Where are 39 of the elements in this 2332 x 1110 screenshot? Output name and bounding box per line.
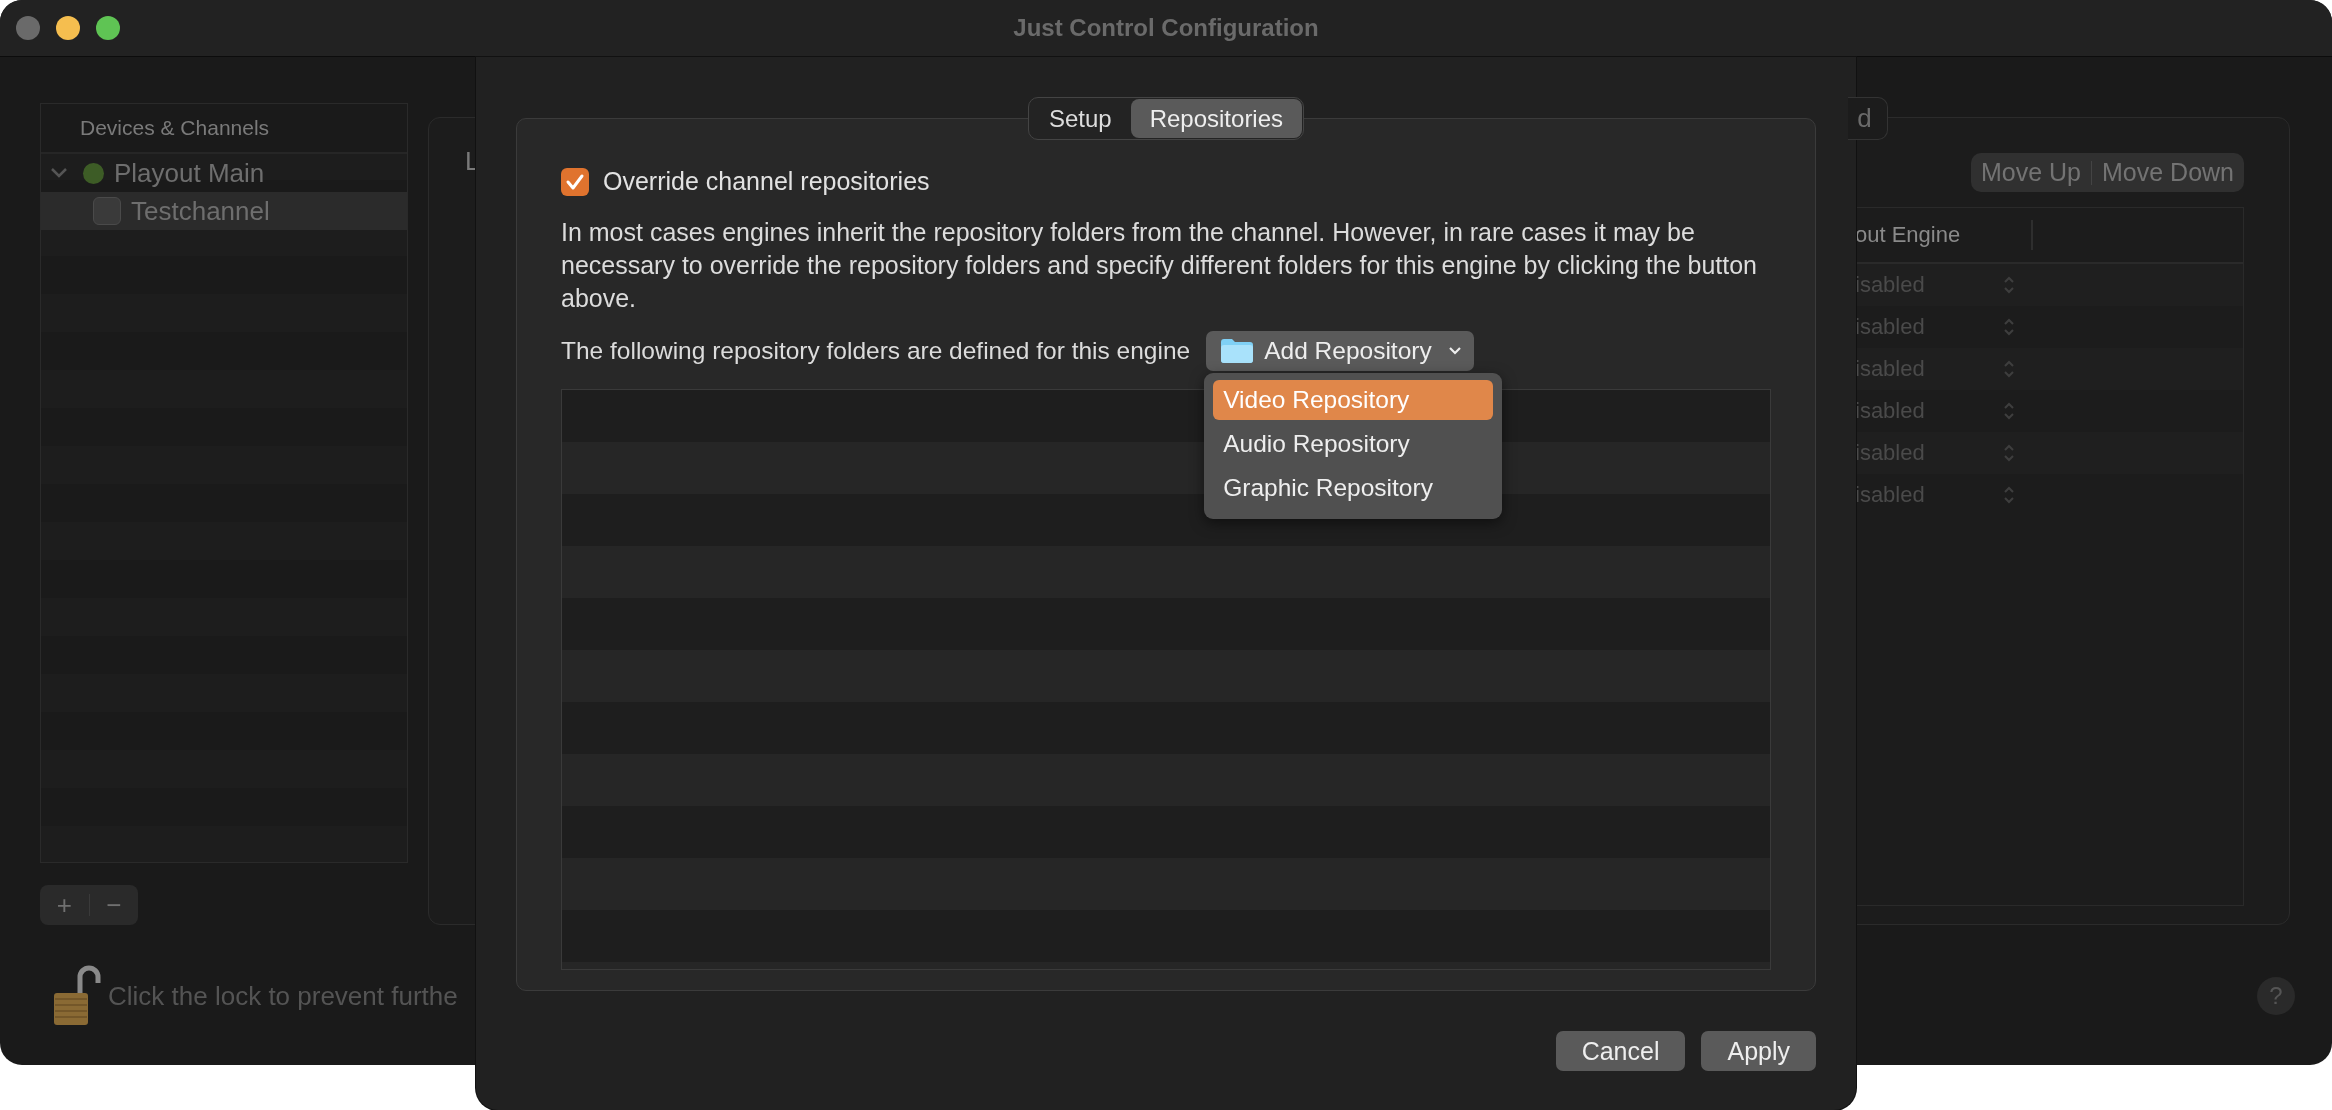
stepper-icon [2003,318,2015,336]
checkbox-label: Override channel repositories [603,167,930,196]
menu-item[interactable]: Video Repository [1213,380,1494,420]
column-header: Devices & Channels [80,116,270,140]
move-down-button[interactable]: Move Down [2092,153,2244,192]
add-repository-button[interactable]: Add Repository [1206,331,1474,371]
stepper-icon [2003,360,2015,378]
minimize-button[interactable] [56,16,80,40]
tree-item[interactable]: Testchannel [41,192,407,230]
lock-message: Click the lock to prevent furthe [108,980,458,1012]
tree-item[interactable]: Playout Main [41,154,407,192]
checkbox[interactable] [93,197,121,225]
apply-button[interactable]: Apply [1701,1031,1816,1071]
tab[interactable]: d [1848,97,1888,140]
zoom-button[interactable] [96,16,120,40]
move-up-button[interactable]: Move Up [1970,153,2091,192]
caret-icon [1447,346,1462,356]
menu-item[interactable]: Graphic Repository [1213,468,1494,508]
remove-button[interactable]: − [89,885,138,925]
cancel-button[interactable]: Cancel [1555,1031,1686,1071]
device-name: Playout Main [114,157,265,189]
help-button[interactable]: ? [2257,977,2295,1015]
window-title: Just Control Configuration [1013,14,1319,42]
channel-name: Testchannel [131,195,270,227]
description-text: In most cases engines inherit the repository folders from the channel. However, in rare cases it may be necessary to override the repository folders and specify different folders for this engine by clicking the button above. [561,217,1759,314]
status-dot [83,162,104,184]
list-label: The following repository folders are defined for this engine [561,337,1191,365]
stepper-icon [2003,276,2015,294]
checkbox[interactable] [561,167,589,196]
tab[interactable]: Setup [1029,99,1131,138]
folder-icon [1220,338,1255,364]
stepper-icon [2003,486,2015,504]
close-button[interactable] [16,16,40,40]
menu-item[interactable]: Audio Repository [1213,424,1494,464]
checkmark-icon [565,172,585,191]
stepper-icon [2003,444,2015,462]
add-button[interactable]: + [40,885,89,925]
stepper-icon [2003,402,2015,420]
tab[interactable]: Repositories [1130,99,1303,138]
